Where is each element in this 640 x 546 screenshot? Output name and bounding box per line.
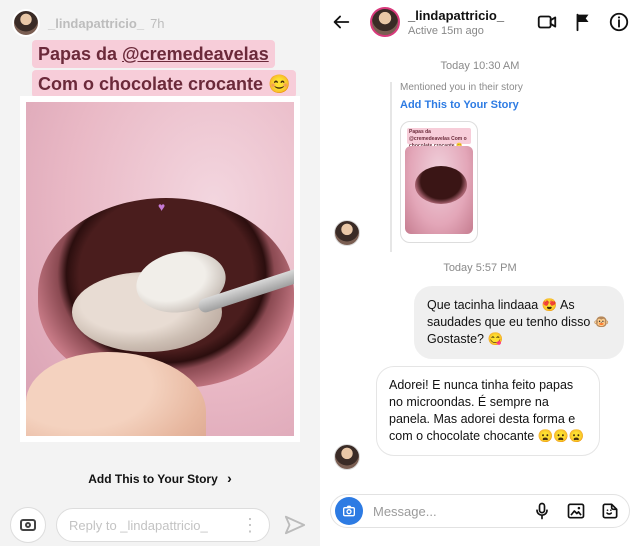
add-to-story-button[interactable]: Add This to Your Story › xyxy=(0,470,320,486)
story-avatar[interactable] xyxy=(12,9,40,37)
chat-active-status: Active 15m ago xyxy=(408,24,484,37)
mini-story-preview[interactable]: Papas da @cremedeavelas Com o chocolate … xyxy=(400,121,478,243)
chevron-right-icon: › xyxy=(227,470,232,486)
story-caption: Papas da @cremedeavelas Com o chocolate … xyxy=(32,40,320,98)
sender-avatar[interactable] xyxy=(334,220,360,246)
chat-avatar[interactable] xyxy=(370,7,400,37)
caption-line-1: Papas da @cremedeavelas xyxy=(32,40,275,68)
story-header: _lindapattricio_ 7h xyxy=(12,8,308,38)
timestamp-2: Today 5:57 PM xyxy=(443,262,517,274)
story-photo-frame: ♥ xyxy=(20,96,300,442)
mention-text: Mentioned you in their story xyxy=(400,82,523,93)
send-icon[interactable] xyxy=(280,510,310,540)
chat-header: _lindapattricio_ Active 15m ago xyxy=(320,0,640,44)
camera-button[interactable] xyxy=(10,507,46,543)
sender-avatar[interactable] xyxy=(334,444,360,470)
add-to-story-label: Add This to Your Story xyxy=(88,472,218,486)
caption-prefix: Papas da xyxy=(38,44,123,64)
sticker-icon[interactable] xyxy=(599,500,621,522)
story-reply-bar: Reply to _lindapattricio_ ⋮ xyxy=(10,507,310,543)
chat-view: _lindapattricio_ Active 15m ago Today 10… xyxy=(320,0,640,546)
camera-button[interactable] xyxy=(335,497,363,525)
camera-icon xyxy=(20,519,36,531)
message-text: Que tacinha lindaaa 😍 As saudades que eu… xyxy=(427,298,610,346)
chat-actions xyxy=(536,11,630,33)
chat-title[interactable]: _lindapattricio_ Active 15m ago xyxy=(408,8,504,37)
mini-story-photo xyxy=(405,146,473,234)
mini-story-caption: Papas da @cremedeavelas Com o chocolate … xyxy=(407,128,471,149)
message-bubble-sent[interactable]: Que tacinha lindaaa 😍 As saudades que eu… xyxy=(414,286,624,359)
mini-bowl xyxy=(415,166,467,204)
gallery-icon[interactable] xyxy=(565,500,587,522)
chat-username[interactable]: _lindapattricio_ xyxy=(408,8,504,23)
video-call-icon[interactable] xyxy=(536,11,558,33)
add-this-to-story-link[interactable]: Add This to Your Story xyxy=(400,99,630,111)
story-mention-card[interactable]: Mentioned you in their story Add This to… xyxy=(390,82,630,252)
message-input-placeholder[interactable]: Message... xyxy=(373,504,437,519)
timestamp-1: Today 10:30 AM xyxy=(440,60,520,72)
back-arrow-icon[interactable] xyxy=(330,11,352,33)
story-username[interactable]: _lindapattricio_ xyxy=(48,16,144,31)
heart-icon: ♥ xyxy=(158,200,166,214)
composer-actions xyxy=(531,500,621,522)
story-view: _lindapattricio_ 7h Papas da @cremedeave… xyxy=(0,0,320,546)
message-text: Adorei! E nunca tinha feito papas no mic… xyxy=(389,378,585,443)
more-options-icon[interactable]: ⋮ xyxy=(241,516,259,534)
info-icon[interactable] xyxy=(608,11,630,33)
screenshot-root: _lindapattricio_ 7h Papas da @cremedeave… xyxy=(0,0,640,546)
flag-icon[interactable] xyxy=(572,11,594,33)
story-reply-input[interactable]: Reply to _lindapattricio_ ⋮ xyxy=(56,508,270,542)
story-photo: ♥ xyxy=(26,102,294,436)
caption-line-2: Com o chocolate crocante 😊 xyxy=(32,70,297,98)
message-composer[interactable]: Message... xyxy=(330,494,630,528)
microphone-icon[interactable] xyxy=(531,500,553,522)
story-timestamp: 7h xyxy=(150,15,165,31)
message-bubble-received[interactable]: Adorei! E nunca tinha feito papas no mic… xyxy=(376,366,600,456)
story-reply-placeholder: Reply to _lindapattricio_ xyxy=(69,517,208,533)
caption-mention[interactable]: @cremedeavelas xyxy=(122,44,269,64)
